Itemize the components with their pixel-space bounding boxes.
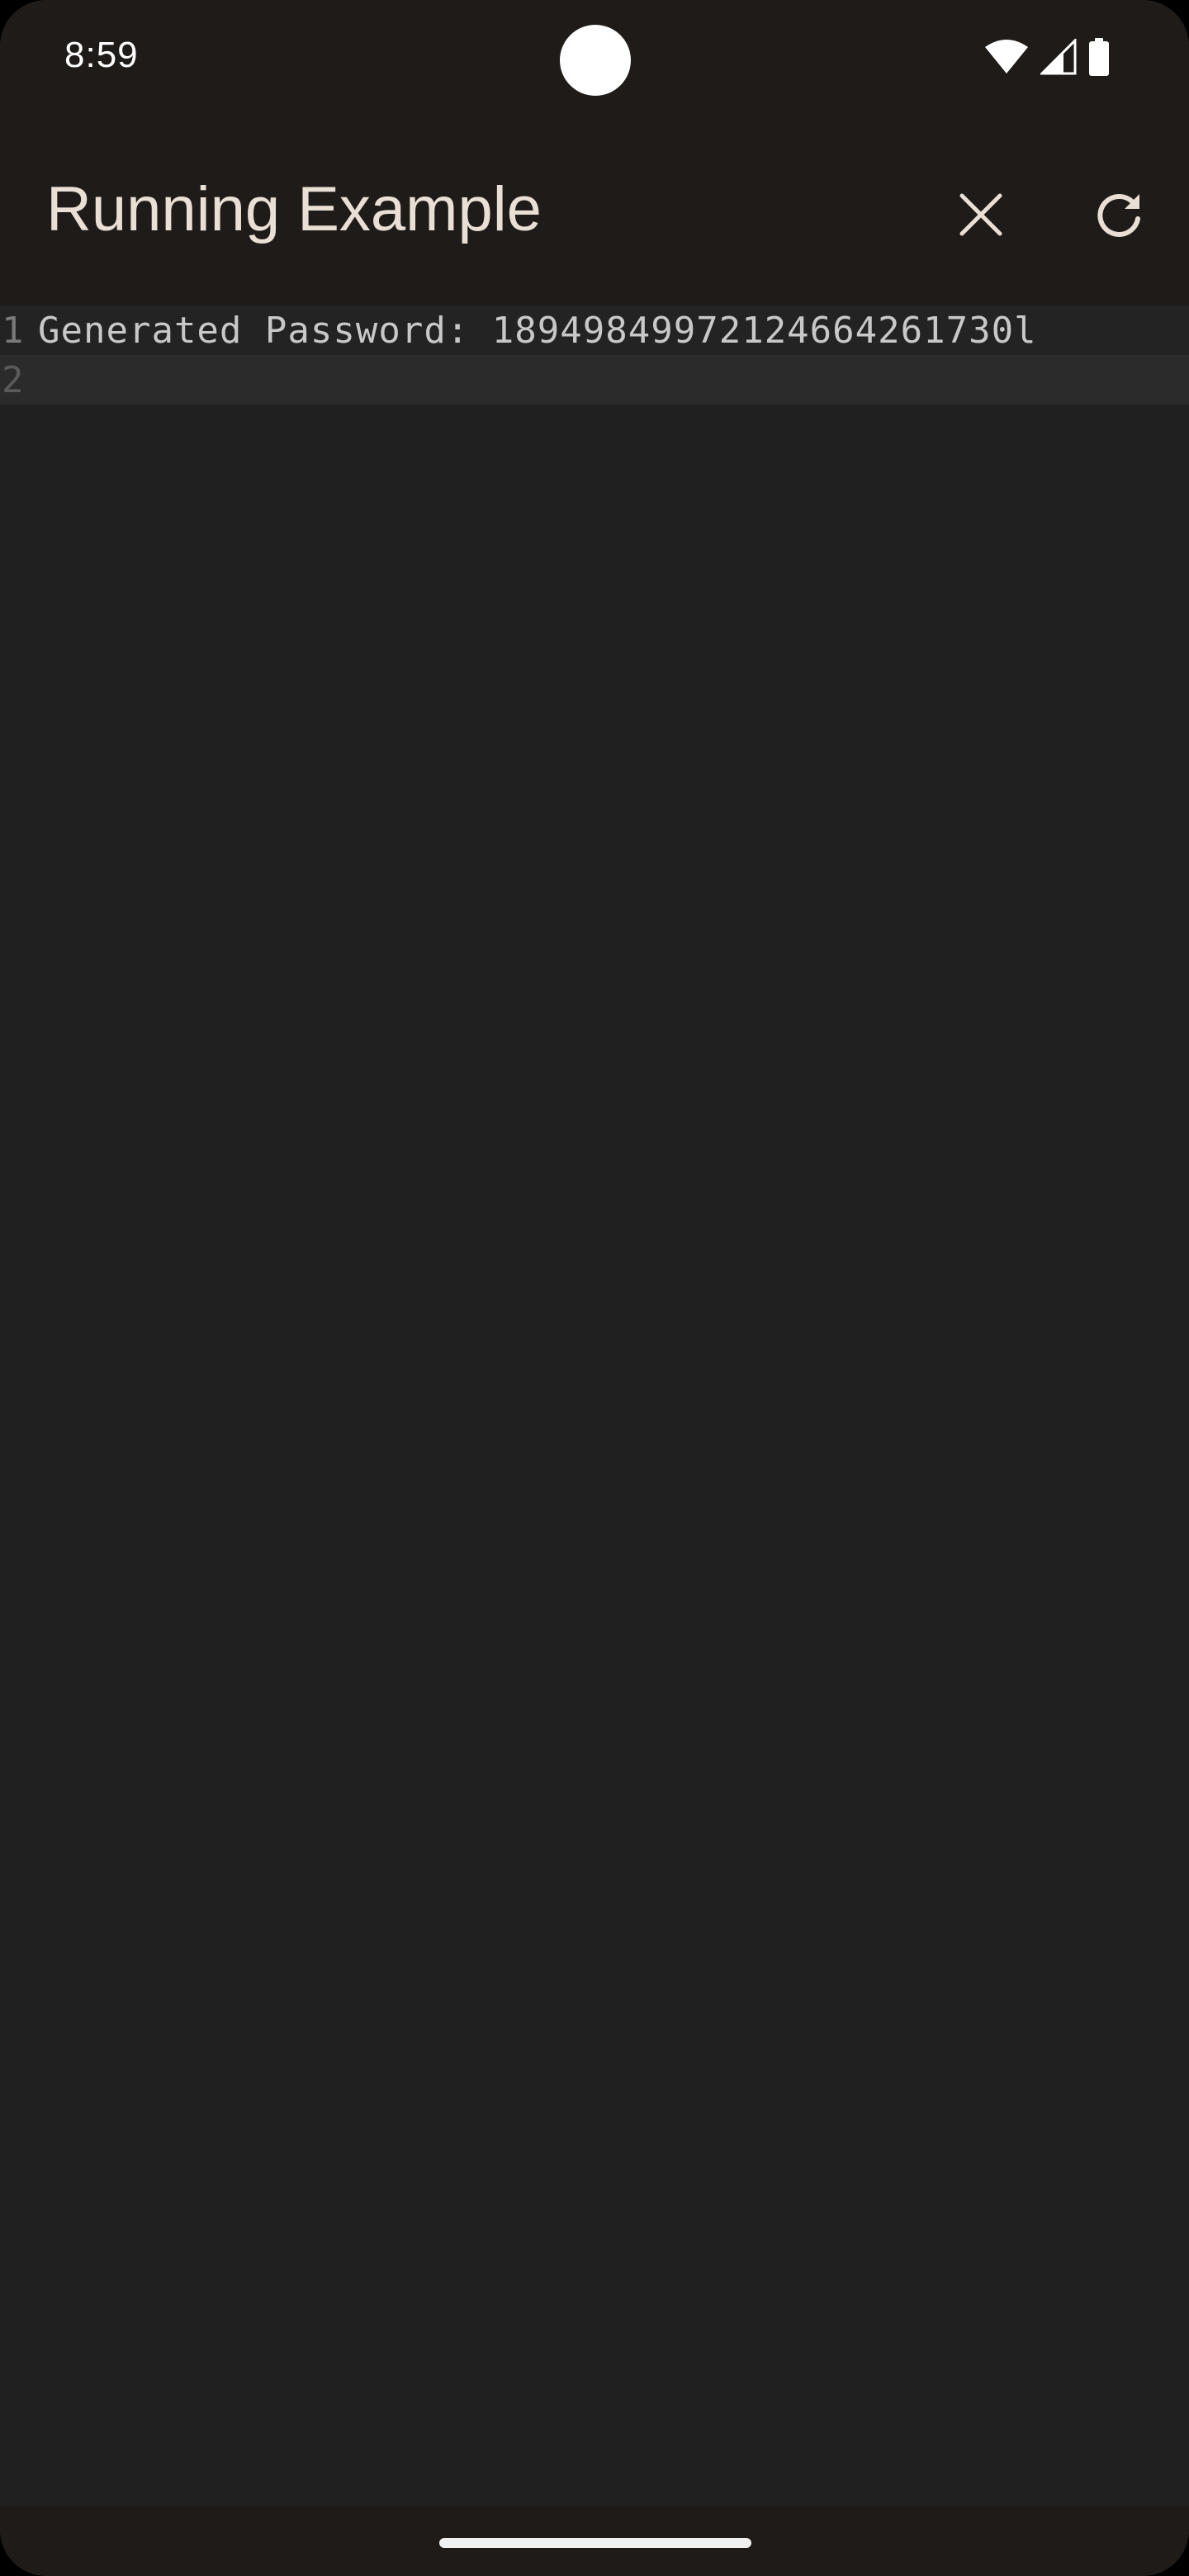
navigation-bar: [0, 2507, 1189, 2576]
refresh-button[interactable]: [1078, 175, 1161, 258]
battery-icon: [1088, 37, 1110, 80]
line-number: 2: [2, 358, 24, 401]
refresh-icon: [1094, 189, 1145, 244]
camera-cutout: [560, 25, 631, 96]
status-icons: [984, 36, 1110, 80]
line-number: 1: [2, 309, 24, 352]
page-title: Running Example: [46, 174, 542, 244]
home-indicator[interactable]: [439, 2538, 751, 2548]
phone-screen: 8:59 Running Example 1 Generated Passwor…: [0, 0, 1189, 2576]
wifi-icon: [984, 39, 1029, 79]
close-icon: [957, 191, 1005, 243]
status-time: 8:59: [64, 35, 139, 75]
editor-line-current: 2: [0, 355, 1189, 405]
line-text: Generated Password: 18949849972124664261…: [38, 309, 1037, 352]
status-bar: 8:59: [0, 0, 1189, 124]
editor-line: 1 Generated Password: 189498499721246642…: [0, 305, 1189, 355]
app-bar: Running Example: [0, 124, 1189, 305]
close-button[interactable]: [940, 175, 1022, 258]
cellular-signal-icon: [1039, 36, 1077, 79]
output-editor[interactable]: 1 Generated Password: 189498499721246642…: [0, 305, 1189, 2507]
